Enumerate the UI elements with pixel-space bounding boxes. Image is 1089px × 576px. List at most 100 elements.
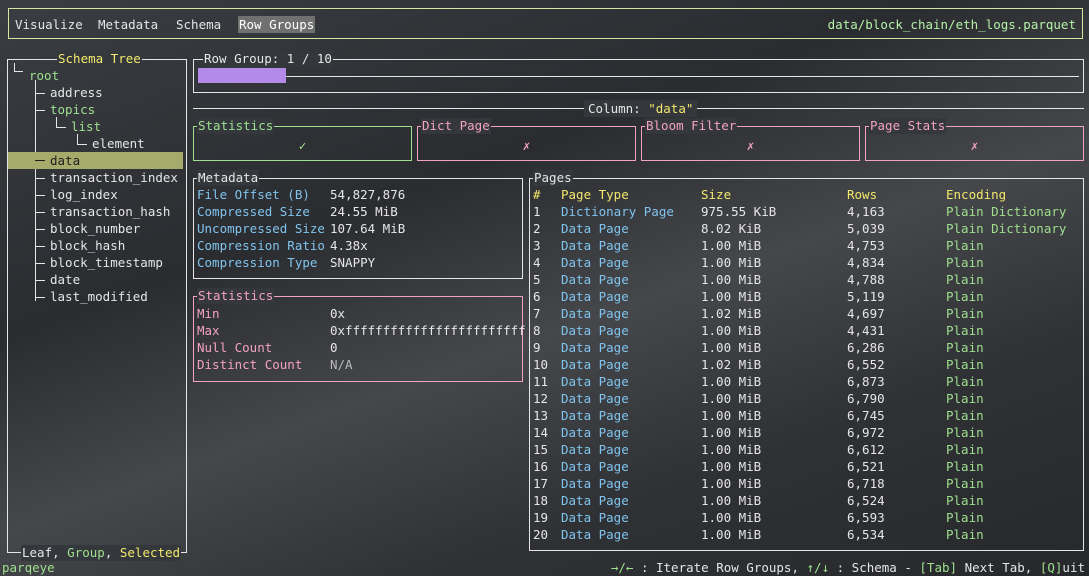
quit-key: [Q] [1039,560,1063,575]
row-group-progress[interactable] [198,68,286,83]
tree-connector [35,229,45,230]
page-rows: 6,873 [847,374,885,389]
tree-connector [35,263,45,264]
col-rows-header: Rows [847,187,878,202]
page-number: 5 [533,272,541,287]
statistics-value: 0 [330,340,338,355]
pages-title: Pages [533,170,573,186]
metadata-key: Compression Ratio [197,238,325,253]
page-rows: 6,790 [847,391,885,406]
page-number: 14 [533,425,549,440]
page-size: 1.02 MiB [701,357,762,372]
tree-connector [14,63,15,71]
tree-connector [35,212,45,213]
col-num-header: # [533,187,541,202]
page-number: 20 [533,527,549,542]
schema-tree-panel: Schema Tree root address topics list ele… [7,51,187,561]
page-encoding: Plain [946,527,984,542]
page-type: Data Page [561,340,629,355]
page-number: 12 [533,391,549,406]
page-size: 1.00 MiB [701,391,762,406]
row-group-track [198,76,1079,77]
tab-visualize[interactable]: Visualize [15,16,83,33]
help-text: : Schema - [829,560,920,575]
page-number: 16 [533,459,549,474]
tree-node-date[interactable]: date [50,271,80,288]
page-size: 1.00 MiB [701,510,762,525]
tree-node-block-hash[interactable]: block_hash [50,237,125,254]
file-path: data/block_chain/eth_logs.parquet [827,17,1076,32]
page-type: Data Page [561,357,629,372]
page-size: 1.00 MiB [701,255,762,270]
row-group-panel: Row Group: 1 / 10 [193,51,1084,93]
tree-connector [35,178,45,179]
page-number: 2 [533,221,541,236]
tree-node-address[interactable]: address [50,84,103,101]
tab-metadata[interactable]: Metadata [98,16,158,33]
tree-node-block-timestamp[interactable]: block_timestamp [50,254,163,271]
legend-selected: Selected [119,545,181,560]
page-number: 13 [533,408,549,423]
tree-node-element[interactable]: element [92,135,145,152]
app-name: parqeye [2,560,55,575]
page-number: 1 [533,204,541,219]
page-rows: 6,612 [847,442,885,457]
page-size: 1.00 MiB [701,493,762,508]
page-size: 1.00 MiB [701,527,762,542]
page-number: 18 [533,493,549,508]
page-rows: 5,119 [847,289,885,304]
tree-node-list[interactable]: list [71,118,101,135]
statistics-value: 0x [330,306,346,321]
page-size: 1.00 MiB [701,340,762,355]
page-type: Data Page [561,255,629,270]
page-rows: 4,788 [847,272,885,287]
page-encoding: Plain [946,425,984,440]
tree-node-transaction-hash[interactable]: transaction_hash [50,203,170,220]
tree-connector [14,71,23,72]
page-size: 1.00 MiB [701,408,762,423]
page-size: 8.02 KiB [701,221,762,236]
page-type: Data Page [561,408,629,423]
page-size: 1.00 MiB [701,289,762,304]
tree-node-last-modified[interactable]: last_modified [50,288,148,305]
pages-panel: Pages # Page Type Size Rows Encoding 1 Diction… [529,170,1084,551]
cross-icon: ✗ [970,138,979,153]
tab-row-groups[interactable]: Row Groups [238,16,316,33]
tree-node-data: data [50,153,81,168]
tree-node-block-number[interactable]: block_number [50,220,140,237]
tab-schema[interactable]: Schema [176,16,221,33]
page-number: 3 [533,238,541,253]
page-encoding: Plain [946,255,984,270]
tree-node-log-index[interactable]: log_index [50,186,118,203]
metadata-value: 24.55 MiB [330,204,398,219]
keybinding-help: →/← : Iterate Row Groups, ↑/↓ : Schema -… [611,560,1085,576]
tree-node-topics[interactable]: topics [50,101,95,118]
dict-page-flag-title: Dict Page [421,118,491,134]
page-type: Data Page [561,272,629,287]
page-type: Data Page [561,323,629,338]
help-text: Next Tab, [957,560,1040,575]
page-rows: 6,286 [847,340,885,355]
metadata-key: File Offset (B) [197,187,310,202]
metadata-value: SNAPPY [330,255,376,270]
page-size: 1.00 MiB [701,374,762,389]
page-size: 1.00 MiB [701,442,762,457]
page-type: Data Page [561,527,629,542]
row-group-label: Row Group: 1 / 10 [203,51,333,67]
page-rows: 4,834 [847,255,885,270]
page-type: Data Page [561,306,629,321]
tree-node-transaction-index[interactable]: transaction_index [50,169,178,186]
page-encoding: Plain [946,306,984,321]
legend-leaf: Leaf [22,545,53,560]
cross-icon: ✗ [746,138,755,153]
schema-tree-title: Schema Tree [57,51,142,67]
page-size: 1.00 MiB [701,459,762,474]
page-number: 6 [533,289,541,304]
tree-connector [35,160,45,161]
tree-node-root[interactable]: root [29,67,59,84]
tree-node-data-selected[interactable]: data [8,152,183,169]
page-stats-flag-title: Page Stats [869,118,947,134]
page-encoding: Plain [946,238,984,253]
tree-connector [35,195,45,196]
page-rows: 4,697 [847,306,885,321]
